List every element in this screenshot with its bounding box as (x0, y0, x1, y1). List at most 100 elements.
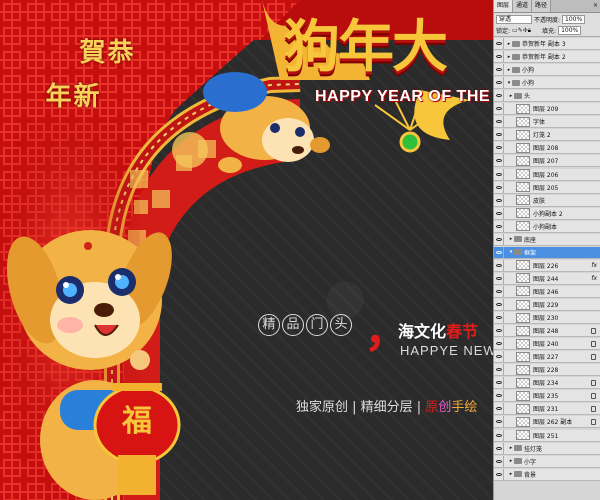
layer-row[interactable]: ▸ 小狗 (494, 64, 600, 77)
layer-row[interactable]: ▾ 框架 (494, 246, 600, 259)
visibility-eye-icon[interactable] (494, 416, 504, 428)
layer-row[interactable]: 图层 234 (494, 377, 600, 390)
layer-row[interactable]: ▸ 底座 (494, 233, 600, 246)
greeting-bottom: 新年 (41, 82, 99, 108)
promo-circle-char: 头 (330, 314, 352, 336)
close-icon[interactable]: × (590, 0, 600, 12)
layer-row[interactable]: 图层 244 fx (494, 272, 600, 285)
visibility-eye-icon[interactable] (494, 220, 504, 232)
layer-name: 图层 205 (533, 184, 559, 192)
layer-thumbnail (516, 390, 530, 401)
layer-name: 图层 234 (533, 380, 559, 388)
layer-row[interactable]: 图层 229 (494, 299, 600, 311)
layer-row[interactable]: ▾ 小狗 (494, 77, 600, 90)
layer-row[interactable]: 皮肤 (494, 194, 600, 207)
tab-paths[interactable]: 路径 (532, 0, 552, 12)
visibility-eye-icon[interactable] (494, 259, 504, 271)
fx-icon[interactable]: fx (591, 262, 597, 269)
layer-row[interactable]: 图层 248 (494, 325, 600, 338)
layer-row[interactable]: 图层 246 (494, 285, 600, 298)
visibility-eye-icon[interactable] (494, 233, 504, 245)
layer-row[interactable]: ▸ 恭贺新年 副本 2 (494, 51, 600, 64)
layer-row[interactable]: 图层 230 (494, 312, 600, 325)
layer-list[interactable]: ▸ 恭贺新年 副本 3 ▸ 恭贺新年 副本 2 ▸ 小狗 ▾ 小狗 ▸ 头图层 209 字体 灯笼 2… (494, 38, 600, 500)
layer-thumbnail (516, 351, 530, 362)
visibility-eye-icon[interactable] (494, 285, 504, 297)
blend-mode-select[interactable]: 穿透 (496, 15, 532, 24)
tab-channels[interactable]: 通道 (513, 0, 533, 12)
visibility-eye-icon[interactable] (494, 51, 504, 63)
visibility-eye-icon[interactable] (494, 246, 504, 258)
layer-row[interactable]: ▸ 恭贺新年 副本 3 (494, 38, 600, 50)
visibility-eye-icon[interactable] (494, 442, 504, 454)
layer-row[interactable]: 图层 205 (494, 181, 600, 194)
visibility-eye-icon[interactable] (494, 312, 504, 324)
visibility-eye-icon[interactable] (494, 194, 504, 206)
visibility-eye-icon[interactable] (494, 338, 504, 350)
visibility-eye-icon[interactable] (494, 325, 504, 337)
visibility-eye-icon[interactable] (494, 116, 504, 128)
visibility-eye-icon[interactable] (494, 377, 504, 389)
visibility-eye-icon[interactable] (494, 38, 504, 49)
opacity-input[interactable]: 100% (562, 15, 586, 24)
visibility-eye-icon[interactable] (494, 272, 504, 284)
layer-name: 图层 206 (533, 171, 559, 179)
folder-icon (514, 92, 522, 99)
visibility-eye-icon[interactable] (494, 351, 504, 363)
layer-row[interactable]: 图层 206 (494, 168, 600, 181)
layer-row[interactable]: 图层 240 (494, 338, 600, 351)
visibility-eye-icon[interactable] (494, 155, 504, 167)
layer-row[interactable]: 图层 226 fx (494, 259, 600, 272)
lock-icon (591, 405, 596, 412)
lock-label: 锁定: (496, 28, 511, 35)
layer-row[interactable]: 图层 208 (494, 142, 600, 155)
layer-row[interactable]: 图层 228 (494, 364, 600, 377)
lock-icons[interactable]: ▭✎✢🔒︎ (512, 27, 540, 35)
layer-name: 图层 240 (533, 341, 559, 349)
layer-row[interactable]: 灯笼 2 (494, 129, 600, 142)
visibility-eye-icon[interactable] (494, 364, 504, 376)
layer-row[interactable]: 图层 251 (494, 429, 600, 442)
visibility-eye-icon[interactable] (494, 64, 504, 76)
fill-input[interactable]: 100% (558, 26, 582, 35)
layer-row[interactable]: 图层 227 (494, 351, 600, 364)
visibility-eye-icon[interactable] (494, 455, 504, 467)
visibility-eye-icon[interactable] (494, 468, 504, 480)
visibility-eye-icon[interactable] (494, 90, 504, 102)
tab-layers[interactable]: 图层 (494, 0, 514, 12)
layer-name: 图层 207 (533, 158, 559, 166)
layer-name: 图层 227 (533, 354, 559, 362)
visibility-eye-icon[interactable] (494, 129, 504, 141)
layer-name: 小狗 (522, 67, 535, 75)
fx-icon[interactable]: fx (591, 275, 597, 282)
layer-row[interactable]: 图层 207 (494, 155, 600, 168)
layer-row[interactable]: 字体 (494, 116, 600, 129)
folder-icon (514, 458, 522, 465)
layer-row[interactable]: 图层 235 (494, 390, 600, 403)
layer-row[interactable]: 图层 262 副本 (494, 416, 600, 429)
layer-thumbnail (516, 430, 530, 440)
layer-thumbnail (516, 260, 530, 271)
layer-name: 图层 226 (533, 262, 559, 270)
visibility-eye-icon[interactable] (494, 390, 504, 402)
visibility-eye-icon[interactable] (494, 142, 504, 154)
layer-row[interactable]: ▸ 挂灯笼 (494, 442, 600, 455)
layer-row[interactable]: ▸ 头 (494, 90, 600, 103)
layer-row[interactable]: 小狗副本 (494, 220, 600, 233)
document-canvas[interactable]: 恭賀 新年 福 狗年大 HAPPY YEAR OF THE D 精 品 门 头 … (0, 0, 493, 500)
visibility-eye-icon[interactable] (494, 403, 504, 415)
visibility-eye-icon[interactable] (494, 103, 504, 115)
layer-row[interactable]: ▸ 小字 (494, 455, 600, 468)
visibility-eye-icon[interactable] (494, 77, 504, 89)
visibility-eye-icon[interactable] (494, 207, 504, 219)
layer-thumbnail (516, 195, 530, 206)
promo-main-a: 海文化 (398, 322, 447, 341)
layer-row[interactable]: ▸ 背景 (494, 468, 600, 481)
visibility-eye-icon[interactable] (494, 181, 504, 193)
visibility-eye-icon[interactable] (494, 429, 504, 441)
layer-row[interactable]: 图层 209 (494, 103, 600, 116)
visibility-eye-icon[interactable] (494, 168, 504, 180)
visibility-eye-icon[interactable] (494, 299, 504, 310)
layer-row[interactable]: 小狗副本 2 (494, 207, 600, 220)
layer-row[interactable]: 图层 231 (494, 403, 600, 416)
